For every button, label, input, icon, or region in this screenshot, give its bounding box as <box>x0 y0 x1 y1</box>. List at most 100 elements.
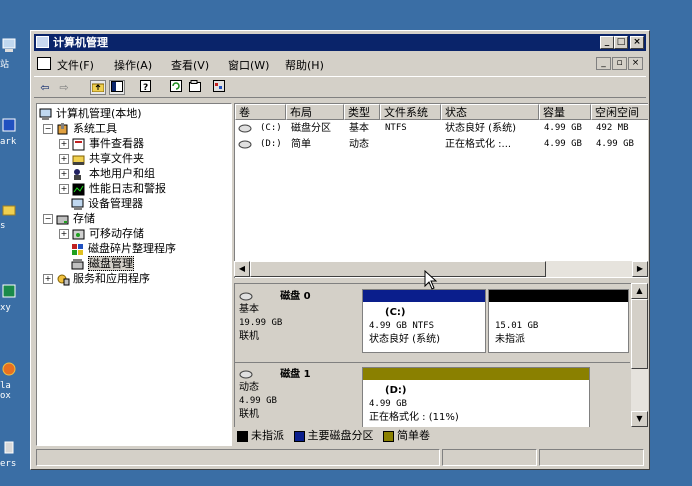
cell-type: 基本 <box>349 123 369 134</box>
volume-status: 状态良好 (系统) <box>369 334 440 345</box>
menu-action[interactable]: 操作(A) <box>114 57 152 73</box>
title-bar[interactable]: 计算机管理 _ □ × <box>34 34 646 51</box>
disk-info[interactable]: 磁盘 0 基本 19.99 GB 联机 <box>239 290 311 343</box>
expand-toggle[interactable]: + <box>43 274 53 284</box>
tree-shared-folders[interactable]: + 共享文件夹 <box>59 151 144 166</box>
desktop-icon-6[interactable]: ers <box>0 440 20 469</box>
event-viewer-icon <box>72 138 85 150</box>
volume-list-hscrollbar[interactable]: ◀ ▶ <box>234 261 648 277</box>
mouse-cursor-icon <box>424 270 438 290</box>
column-header-capacity[interactable]: 容量 <box>539 104 591 120</box>
close-button[interactable]: × <box>630 36 644 49</box>
tree-device-manager[interactable]: 设备管理器 <box>71 196 143 211</box>
disk-type: 动态 <box>239 382 259 393</box>
legend-label: 未指派 <box>251 429 284 442</box>
scroll-right-button[interactable]: ▶ <box>632 261 648 277</box>
volume-list[interactable]: 卷 布局 类型 文件系统 状态 容量 空闲空间 (C:) 磁盘分区 基本 NTF… <box>234 103 648 279</box>
expand-toggle[interactable]: + <box>59 229 69 239</box>
tree-removable-storage[interactable]: + 可移动存储 <box>59 226 144 241</box>
export-list-icon <box>213 80 225 92</box>
menu-view[interactable]: 查看(V) <box>171 57 209 73</box>
mdi-document-icon[interactable] <box>37 57 51 70</box>
collapse-toggle[interactable]: − <box>43 124 53 134</box>
desktop-icon-2[interactable]: ark <box>0 118 20 147</box>
legend-swatch-unallocated <box>237 430 248 442</box>
up-folder-button[interactable] <box>90 80 106 95</box>
expand-toggle[interactable]: + <box>59 154 69 164</box>
expand-toggle[interactable]: + <box>59 169 69 179</box>
expand-toggle[interactable]: + <box>59 139 69 149</box>
desktop-icon-1[interactable]: 站 <box>0 38 20 70</box>
cell-free-space: 492 MB <box>596 123 629 133</box>
folder-icon <box>2 205 16 216</box>
expand-toggle[interactable]: + <box>59 184 69 194</box>
tree-storage[interactable]: − 存储 <box>43 211 95 226</box>
status-bar <box>34 449 646 467</box>
tree-label: 事件查看器 <box>89 137 144 150</box>
minimize-button[interactable]: _ <box>600 36 614 49</box>
scroll-thumb[interactable] <box>631 299 648 369</box>
volume-block-c[interactable]: (C:) 4.99 GB NTFS 状态良好 (系统) <box>362 289 486 353</box>
volume-block-unallocated[interactable]: 15.01 GB 未指派 <box>488 289 629 353</box>
disk-legend: 未指派 主要磁盘分区 简单卷 <box>234 427 648 444</box>
tree-event-viewer[interactable]: + 事件查看器 <box>59 136 144 151</box>
desktop-icon-4[interactable]: xy <box>0 284 20 313</box>
desktop-icon-5[interactable]: la ox <box>0 362 20 401</box>
status-panel <box>442 449 537 466</box>
removable-storage-icon <box>72 229 85 239</box>
help-button[interactable]: ? <box>139 80 155 95</box>
toolbar: ⇦ ⇨ ? <box>34 76 646 98</box>
drive-icon <box>238 140 252 149</box>
up-folder-icon <box>91 83 105 93</box>
console-tree[interactable]: 计算机管理(本地) − 系统工具 + 事件查看器 + 共享文件夹 + 本地用户和组 + 性… <box>36 103 232 446</box>
mdi-minimize-button[interactable]: _ <box>596 57 611 70</box>
scroll-up-button[interactable]: ▲ <box>631 283 648 299</box>
firefox-icon <box>2 362 16 376</box>
tree-local-users[interactable]: + 本地用户和组 <box>59 166 155 181</box>
tree-root-computer-management[interactable]: 计算机管理(本地) <box>39 106 142 121</box>
mdi-restore-button[interactable]: ▫ <box>612 57 627 70</box>
computer-management-icon <box>39 108 52 120</box>
refresh-button[interactable] <box>169 80 185 95</box>
export-list-button[interactable] <box>212 80 228 95</box>
desktop-icon-label: ark <box>0 137 17 147</box>
desktop-icon-label: 站 <box>0 60 10 70</box>
column-header-volume[interactable]: 卷 <box>235 104 286 120</box>
window-title: 计算机管理 <box>53 36 108 49</box>
shared-folder-icon <box>72 155 85 165</box>
column-header-status[interactable]: 状态 <box>441 104 539 120</box>
disk-row-0: 磁盘 0 基本 19.99 GB 联机 (C:) 4.99 GB NTFS 状态… <box>235 288 630 358</box>
scroll-left-button[interactable]: ◀ <box>234 261 250 277</box>
forward-button[interactable]: ⇨ <box>56 80 72 95</box>
properties-button[interactable] <box>188 80 204 95</box>
menu-window[interactable]: 窗口(W) <box>228 57 269 73</box>
back-button[interactable]: ⇦ <box>37 80 53 95</box>
disk-icon <box>239 292 253 300</box>
scroll-thumb[interactable] <box>250 261 546 277</box>
column-header-filesystem[interactable]: 文件系统 <box>380 104 441 120</box>
tree-disk-management[interactable]: 磁盘管理 <box>71 256 134 271</box>
refresh-icon <box>170 80 182 92</box>
show-hide-tree-button[interactable] <box>109 80 125 95</box>
menu-file[interactable]: 文件(F) <box>57 57 94 73</box>
tree-services-applications[interactable]: + 服务和应用程序 <box>43 271 150 286</box>
tools-icon <box>57 122 68 134</box>
column-header-layout[interactable]: 布局 <box>286 104 344 120</box>
menu-help[interactable]: 帮助(H) <box>285 57 324 73</box>
column-header-free-space[interactable]: 空闲空间 <box>591 104 648 120</box>
maximize-button[interactable]: □ <box>614 36 628 49</box>
disk-info[interactable]: 磁盘 1 动态 4.99 GB 联机 <box>239 368 311 421</box>
volume-label: (C:) <box>385 307 406 318</box>
column-header-type[interactable]: 类型 <box>344 104 380 120</box>
tree-performance-logs[interactable]: + 性能日志和警报 <box>59 181 166 196</box>
scroll-down-button[interactable]: ▼ <box>631 411 648 427</box>
collapse-toggle[interactable]: − <box>43 214 53 224</box>
cell-status: 状态良好 (系统) <box>445 123 516 134</box>
tree-label: 磁盘管理 <box>88 256 134 271</box>
volume-block-d[interactable]: (D:) 4.99 GB 正在格式化 : (11%) <box>362 367 590 427</box>
desktop-icon-3[interactable]: s <box>0 202 20 231</box>
tree-system-tools[interactable]: − 系统工具 <box>43 121 117 136</box>
disk-view-vscrollbar[interactable]: ▲ ▼ <box>631 283 648 427</box>
mdi-close-button[interactable]: × <box>628 57 643 70</box>
tree-disk-defragmenter[interactable]: 磁盘碎片整理程序 <box>71 241 176 256</box>
